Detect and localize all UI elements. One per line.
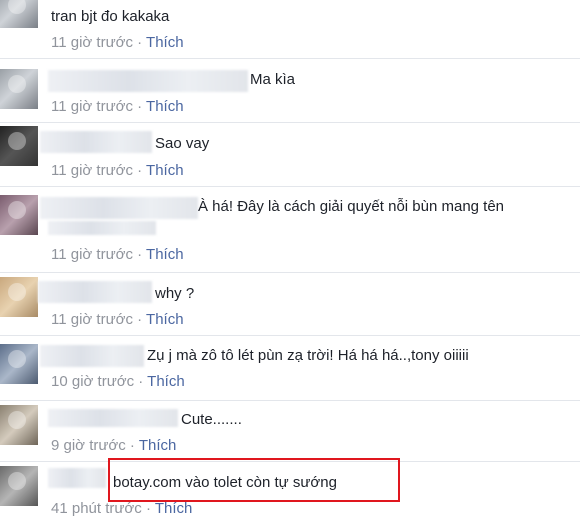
comment-text: Cute....... — [181, 411, 242, 428]
comment-time[interactable]: 41 phút trước — [51, 500, 142, 517]
avatar[interactable] — [0, 0, 38, 28]
separator-dot: · — [137, 98, 143, 115]
like-link[interactable]: Thích — [146, 311, 184, 328]
comment-meta: 11 giờ trước · Thích — [51, 162, 184, 179]
avatar[interactable] — [0, 69, 38, 109]
separator-dot: · — [137, 246, 143, 263]
comment-text: why ? — [155, 285, 195, 302]
commenter-name-overflow — [48, 221, 156, 235]
comment-meta: 11 giờ trước · Thích — [51, 34, 184, 51]
comment-meta: 10 giờ trước · Thích — [51, 373, 185, 390]
separator-dot: · — [138, 373, 144, 390]
comment-time[interactable]: 11 giờ trước — [51, 98, 133, 115]
comment-time[interactable]: 11 giờ trước — [51, 34, 133, 51]
comment-meta: 9 giờ trước · Thích — [51, 437, 176, 454]
comment-time[interactable]: 11 giờ trước — [51, 311, 133, 328]
commenter-name[interactable] — [38, 281, 152, 303]
like-link[interactable]: Thích — [155, 500, 193, 517]
comment-text: Zụ j mà zô tô lét pùn zạ trời! Há há há.… — [147, 347, 469, 364]
avatar[interactable] — [0, 466, 38, 506]
commenter-name[interactable] — [40, 197, 198, 219]
comment-text: tran bjt đo kakaka — [51, 8, 170, 25]
comment-time[interactable]: 9 giờ trước — [51, 437, 126, 454]
comment-text: Ma kìa — [250, 71, 296, 88]
comment-meta: 11 giờ trước · Thích — [51, 98, 184, 115]
comment-item: Cute....... 9 giờ trước · Thích — [0, 401, 580, 462]
like-link[interactable]: Thích — [146, 34, 184, 51]
comment-text: À há! Đây là cách giải quyết nỗi bùn man… — [198, 198, 505, 215]
comment-item: À há! Đây là cách giải quyết nỗi bùn man… — [0, 187, 580, 273]
avatar[interactable] — [0, 277, 38, 317]
avatar[interactable] — [0, 344, 38, 384]
comment-item: tran bjt đo kakaka 11 giờ trước · Thích — [0, 0, 580, 59]
comment-item: Sao vay 11 giờ trước · Thích — [0, 123, 580, 187]
avatar[interactable] — [0, 195, 38, 235]
separator-dot: · — [145, 500, 151, 517]
like-link[interactable]: Thích — [146, 246, 184, 263]
comment-meta: 41 phút trước · Thích — [51, 500, 192, 517]
separator-dot: · — [137, 162, 143, 179]
avatar[interactable] — [0, 405, 38, 445]
comment-item: Ma kìa 11 giờ trước · Thích — [0, 59, 580, 123]
comment-time[interactable]: 10 giờ trước — [51, 373, 134, 390]
like-link[interactable]: Thích — [139, 437, 177, 454]
commenter-name[interactable] — [48, 70, 248, 92]
separator-dot: · — [137, 34, 143, 51]
commenter-name[interactable] — [40, 345, 144, 367]
comment-text: Sao vay — [155, 135, 210, 152]
like-link[interactable]: Thích — [146, 98, 184, 115]
avatar[interactable] — [0, 126, 38, 166]
commenter-name[interactable] — [48, 468, 106, 488]
like-link[interactable]: Thích — [146, 162, 184, 179]
highlight-box — [108, 458, 400, 502]
comment-time[interactable]: 11 giờ trước — [51, 246, 133, 263]
like-link[interactable]: Thích — [147, 373, 185, 390]
comment-time[interactable]: 11 giờ trước — [51, 162, 133, 179]
comment-meta: 11 giờ trước · Thích — [51, 311, 184, 328]
comment-meta: 11 giờ trước · Thích — [51, 246, 184, 263]
comment-item: why ? 11 giờ trước · Thích — [0, 273, 580, 336]
commenter-name[interactable] — [48, 409, 178, 427]
commenter-name[interactable] — [40, 131, 152, 153]
separator-dot: · — [129, 437, 135, 454]
comment-item: Zụ j mà zô tô lét pùn zạ trời! Há há há.… — [0, 336, 580, 401]
separator-dot: · — [137, 311, 143, 328]
